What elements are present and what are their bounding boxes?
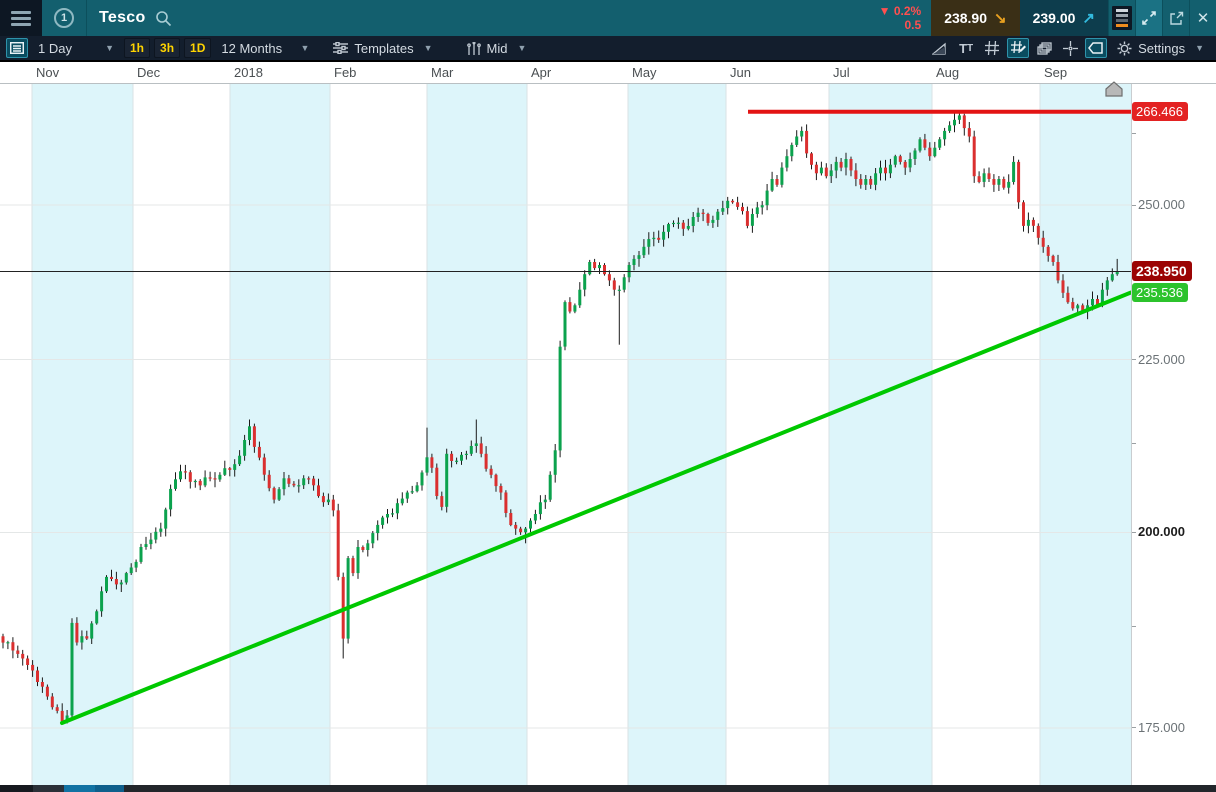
search-icon[interactable]: [155, 10, 172, 27]
chevron-down-icon: ▼: [517, 43, 527, 53]
bar-stats-icon: [466, 41, 481, 55]
month-label: Dec: [137, 65, 161, 80]
info-section[interactable]: 1: [42, 0, 87, 36]
price-axis[interactable]: 266.466 238.950 235.536 250.000 225.000 20…: [1131, 84, 1216, 785]
month-label: Sep: [1044, 65, 1068, 80]
trendline-price-badge: 235.536: [1132, 283, 1188, 302]
axis-price-label: 175.000: [1138, 719, 1185, 735]
shape-tool-icon[interactable]: [1085, 38, 1108, 58]
quick-period-1h[interactable]: 1h: [124, 38, 151, 58]
down-triangle-icon: ▼: [878, 4, 891, 18]
change-indicator: ▼ 0.2% 0.5: [878, 4, 922, 32]
close-icon[interactable]: ✕: [1189, 0, 1216, 36]
expand-icon[interactable]: [1135, 0, 1162, 36]
month-label: Mar: [431, 65, 454, 80]
axis-minor-tick: [1132, 133, 1136, 135]
draw-grid-icon[interactable]: [1007, 38, 1030, 58]
bottom-segment: [64, 785, 95, 792]
windows-icon[interactable]: [1033, 38, 1055, 58]
current-price-badge: 238.950: [1132, 261, 1192, 281]
month-label: Jul: [833, 65, 850, 80]
buy-price-button[interactable]: 239.00 ↗: [1019, 0, 1108, 36]
crosshair-icon[interactable]: [1059, 38, 1081, 58]
chevron-down-icon: ▼: [105, 43, 114, 53]
templates-dropdown[interactable]: Templates ▼: [325, 39, 440, 58]
top-bar: 1 Tesco ▼ 0.2% 0.5 238.90 ↘ 239.00 ↗ ✕: [0, 0, 1216, 36]
bottom-segment: [33, 785, 64, 792]
axis-price-label: 225.000: [1138, 351, 1185, 367]
chevron-down-icon: ▼: [300, 43, 310, 53]
chevron-down-icon: ▼: [423, 43, 433, 53]
bottom-panel-edge: [0, 785, 1216, 792]
period-dropdown[interactable]: 1 Day ▼: [30, 39, 122, 58]
chevron-down-icon: ▼: [1195, 43, 1204, 53]
sliders-icon: [333, 42, 349, 54]
sell-price-button[interactable]: 238.90 ↘: [931, 0, 1020, 36]
bottom-segment: [95, 785, 124, 792]
settings-dropdown[interactable]: Settings ▼: [1109, 41, 1212, 56]
month-label: Feb: [334, 65, 357, 80]
chart-toolbar: 1 Day ▼ 1h 3h 1D 12 Months ▼ Templates ▼ Mi…: [0, 36, 1216, 62]
axis-tick: [1132, 727, 1136, 729]
trendline[interactable]: [60, 290, 1131, 725]
resistance-price-badge: 266.466: [1132, 102, 1188, 121]
axis-tick: [1132, 359, 1136, 361]
symbol-title: Tesco: [99, 9, 146, 26]
axis-tick: [1132, 531, 1136, 533]
chart-area: 266.466 238.950 235.536 250.000 225.000 20…: [0, 81, 1216, 785]
menu-icon[interactable]: [0, 0, 42, 36]
axis-price-label: 250.000: [1138, 197, 1185, 213]
month-label: Nov: [36, 65, 60, 80]
quick-period-1d[interactable]: 1D: [184, 38, 212, 58]
price-type-dropdown[interactable]: Mid ▼: [459, 39, 535, 58]
axis-price-label: 200.000: [1138, 524, 1185, 540]
area-chart-icon[interactable]: [929, 38, 951, 58]
text-tool-icon[interactable]: TT: [955, 38, 977, 58]
axis-minor-tick: [1132, 442, 1136, 444]
candlestick-chart[interactable]: [0, 84, 1131, 785]
bottom-segment: [124, 785, 1216, 792]
market-depth-icon[interactable]: [1108, 0, 1135, 36]
range-dropdown[interactable]: 12 Months ▼: [213, 39, 317, 58]
month-label: May: [632, 65, 657, 80]
up-arrow-icon: ↗: [1082, 10, 1095, 27]
quick-period-3h[interactable]: 3h: [154, 38, 181, 58]
month-label: Jun: [730, 65, 751, 80]
axis-minor-tick: [1132, 626, 1136, 628]
info-circle-icon: 1: [54, 8, 74, 28]
grid-icon[interactable]: [981, 38, 1003, 58]
symbol-section[interactable]: Tesco: [87, 0, 184, 36]
gear-icon: [1117, 41, 1132, 55]
chart-list-icon[interactable]: [6, 38, 28, 58]
popout-icon[interactable]: [1162, 0, 1189, 36]
time-axis[interactable]: Nov Dec 2018 Feb Mar Apr May Jun Jul Aug Sep: [0, 62, 1216, 84]
scroll-latest-button[interactable]: [1104, 81, 1124, 97]
down-arrow-icon: ↘: [994, 10, 1007, 27]
month-label: Aug: [936, 65, 960, 80]
month-label: Apr: [531, 65, 552, 80]
axis-tick: [1132, 204, 1136, 206]
month-label: 2018: [234, 65, 263, 80]
